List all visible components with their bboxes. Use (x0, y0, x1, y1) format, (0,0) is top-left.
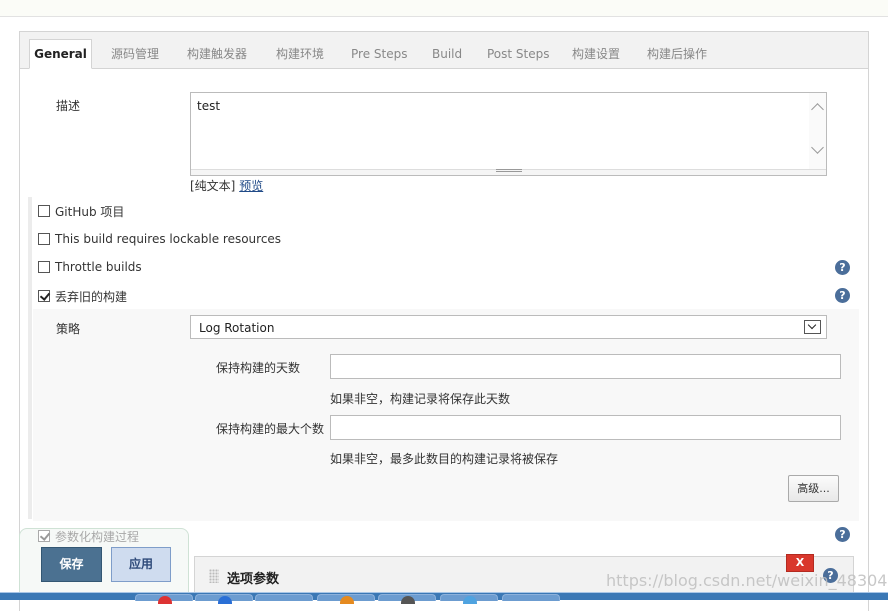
tab-build-environment[interactable]: 构建环境 (276, 40, 324, 70)
description-scrollbar[interactable] (809, 93, 826, 171)
section-left-border (28, 197, 32, 519)
choice-parameter-title: 选项参数 (227, 572, 280, 587)
option-label: 参数化构建过程 (55, 529, 140, 544)
drag-handle-icon[interactable] (209, 569, 219, 583)
max-builds-hint: 如果非空，最多此数目的构建记录将被保存 (330, 452, 559, 466)
description-textarea[interactable]: test (190, 92, 827, 176)
option-github-project[interactable]: GitHub 项目 (38, 203, 124, 219)
max-builds-label: 保持构建的最大个数 (216, 422, 325, 436)
help-icon-parameterized[interactable]: ? (835, 527, 850, 542)
lockable-resources-checkbox[interactable] (38, 233, 50, 245)
option-throttle-builds[interactable]: Throttle builds (38, 259, 142, 275)
chevron-down-icon[interactable] (804, 320, 821, 334)
option-label: GitHub 项目 (55, 204, 125, 219)
scroll-down-icon[interactable] (811, 141, 824, 154)
tab-post-steps[interactable]: Post Steps (487, 40, 550, 70)
github-project-checkbox[interactable] (38, 205, 50, 217)
tab-post-build-actions[interactable]: 构建后操作 (647, 40, 707, 70)
help-icon-throttle[interactable]: ? (835, 260, 850, 275)
tab-build-settings[interactable]: 构建设置 (572, 40, 620, 70)
days-to-keep-label: 保持构建的天数 (216, 361, 301, 375)
apply-button[interactable]: 应用 (111, 547, 171, 582)
option-label: 丢弃旧的构建 (55, 289, 128, 304)
tab-build-triggers[interactable]: 构建触发器 (187, 40, 247, 70)
option-label: Throttle builds (55, 260, 142, 274)
plain-text-marker: [纯文本] (190, 179, 236, 193)
option-parameterized-build[interactable]: 参数化构建过程 (38, 528, 139, 544)
description-resize-bar[interactable] (191, 169, 826, 175)
help-icon-discard[interactable]: ? (835, 288, 850, 303)
strategy-label: 策略 (56, 322, 81, 336)
description-label: 描述 (56, 99, 81, 113)
days-to-keep-hint: 如果非空，构建记录将保存此天数 (330, 392, 511, 406)
scroll-up-icon[interactable] (811, 103, 824, 116)
parameterized-build-checkbox[interactable] (38, 530, 50, 542)
tab-bar: General 源码管理 构建触发器 构建环境 Pre Steps Build … (20, 32, 868, 69)
days-to-keep-input[interactable] (330, 354, 841, 379)
app-blue-icon (218, 596, 232, 604)
option-discard-old-builds[interactable]: 丢弃旧的构建 (38, 288, 127, 304)
app-red-icon (158, 596, 172, 604)
app-orange-icon (340, 596, 354, 604)
strategy-selected-value: Log Rotation (199, 321, 275, 335)
save-button[interactable]: 保存 (41, 547, 102, 582)
tab-pre-steps[interactable]: Pre Steps (351, 40, 407, 70)
resize-grip-icon[interactable] (496, 169, 522, 172)
tab-general[interactable]: General (29, 39, 92, 69)
description-value: test (197, 99, 221, 113)
browser-top-strip (0, 0, 888, 17)
tab-build[interactable]: Build (432, 40, 462, 70)
delete-parameter-button[interactable]: X (786, 554, 814, 572)
plain-text-label: [纯文本] 预览 (190, 177, 263, 194)
advanced-button[interactable]: 高级... (788, 475, 839, 502)
max-builds-input[interactable] (330, 415, 841, 440)
preview-link[interactable]: 预览 (239, 179, 263, 193)
discard-old-builds-checkbox[interactable] (38, 290, 50, 302)
strategy-select[interactable]: Log Rotation (190, 315, 827, 339)
tab-source-code[interactable]: 源码管理 (111, 40, 159, 70)
option-label: This build requires lockable resources (55, 232, 282, 246)
throttle-builds-checkbox[interactable] (38, 261, 50, 273)
app-lightblue-icon (463, 596, 477, 604)
app-dark-icon (401, 596, 415, 604)
os-taskbar (0, 592, 888, 604)
watermark-text: https://blog.csdn.net/weixin_48304170 (606, 571, 888, 590)
option-lockable-resources[interactable]: This build requires lockable resources (38, 231, 281, 247)
